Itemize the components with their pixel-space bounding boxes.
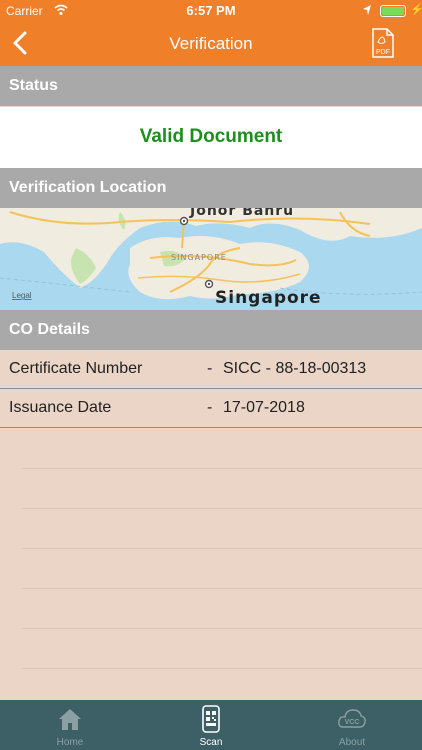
- divider: [22, 588, 422, 589]
- divider: [22, 548, 422, 549]
- tab-about[interactable]: VCC About: [302, 700, 402, 750]
- charging-icon: ⚡: [410, 4, 422, 16]
- tab-label: About: [338, 737, 366, 748]
- detail-separator: -: [207, 360, 213, 377]
- tab-home[interactable]: Home: [20, 700, 120, 750]
- divider: [22, 468, 422, 469]
- verification-map[interactable]: Johor Bahru SINGAPORE Singapore Legal: [0, 208, 422, 310]
- detail-value: SICC - 88-18-00313: [223, 360, 367, 377]
- top-bar: Carrier 6:57 PM ⚡ Verification PDF: [0, 0, 422, 66]
- battery-icon: [380, 5, 406, 17]
- page-title: Verification: [169, 34, 253, 53]
- map-graphic: Johor Bahru SINGAPORE Singapore Legal: [0, 208, 422, 310]
- tab-label: Home: [56, 737, 84, 748]
- map-label-singapore: Singapore: [215, 288, 322, 308]
- location-arrow-icon: [363, 5, 371, 15]
- home-icon: [59, 709, 81, 730]
- detail-value: 17-07-2018: [223, 399, 305, 416]
- status-section-header: Status: [0, 66, 422, 106]
- status-bar: Carrier 6:57 PM ⚡: [0, 0, 422, 22]
- divider: [22, 628, 422, 629]
- pdf-export-icon[interactable]: PDF: [372, 28, 394, 58]
- status-box: Valid Document: [0, 107, 422, 168]
- svg-text:VCC: VCC: [345, 719, 360, 726]
- divider: [22, 668, 422, 669]
- location-section-header: Verification Location: [0, 168, 422, 208]
- vcc-cloud-icon: VCC: [338, 709, 366, 728]
- tab-bar: Home Scan VCC About: [0, 700, 422, 750]
- detail-row-issuance-date: Issuance Date - 17-07-2018: [0, 389, 422, 428]
- detail-row-certificate: Certificate Number - SICC - 88-18-00313: [0, 350, 422, 389]
- pdf-label: PDF: [376, 49, 390, 56]
- clock: 6:57 PM: [186, 3, 236, 18]
- map-legal-link[interactable]: Legal: [12, 291, 32, 300]
- navigation-bar: Verification PDF: [0, 22, 422, 66]
- tab-label: Scan: [199, 737, 223, 748]
- divider: [22, 508, 422, 509]
- status-value: Valid Document: [139, 126, 283, 147]
- map-label-singapore-small: SINGAPORE: [171, 253, 227, 262]
- details-section-header: CO Details: [0, 310, 422, 350]
- tab-scan[interactable]: Scan: [161, 700, 261, 750]
- detail-label: Certificate Number: [9, 360, 143, 377]
- map-label-johor-bahru: Johor Bahru: [189, 208, 294, 219]
- scan-icon: [202, 705, 220, 733]
- detail-separator: -: [207, 399, 213, 416]
- detail-label: Issuance Date: [9, 399, 112, 416]
